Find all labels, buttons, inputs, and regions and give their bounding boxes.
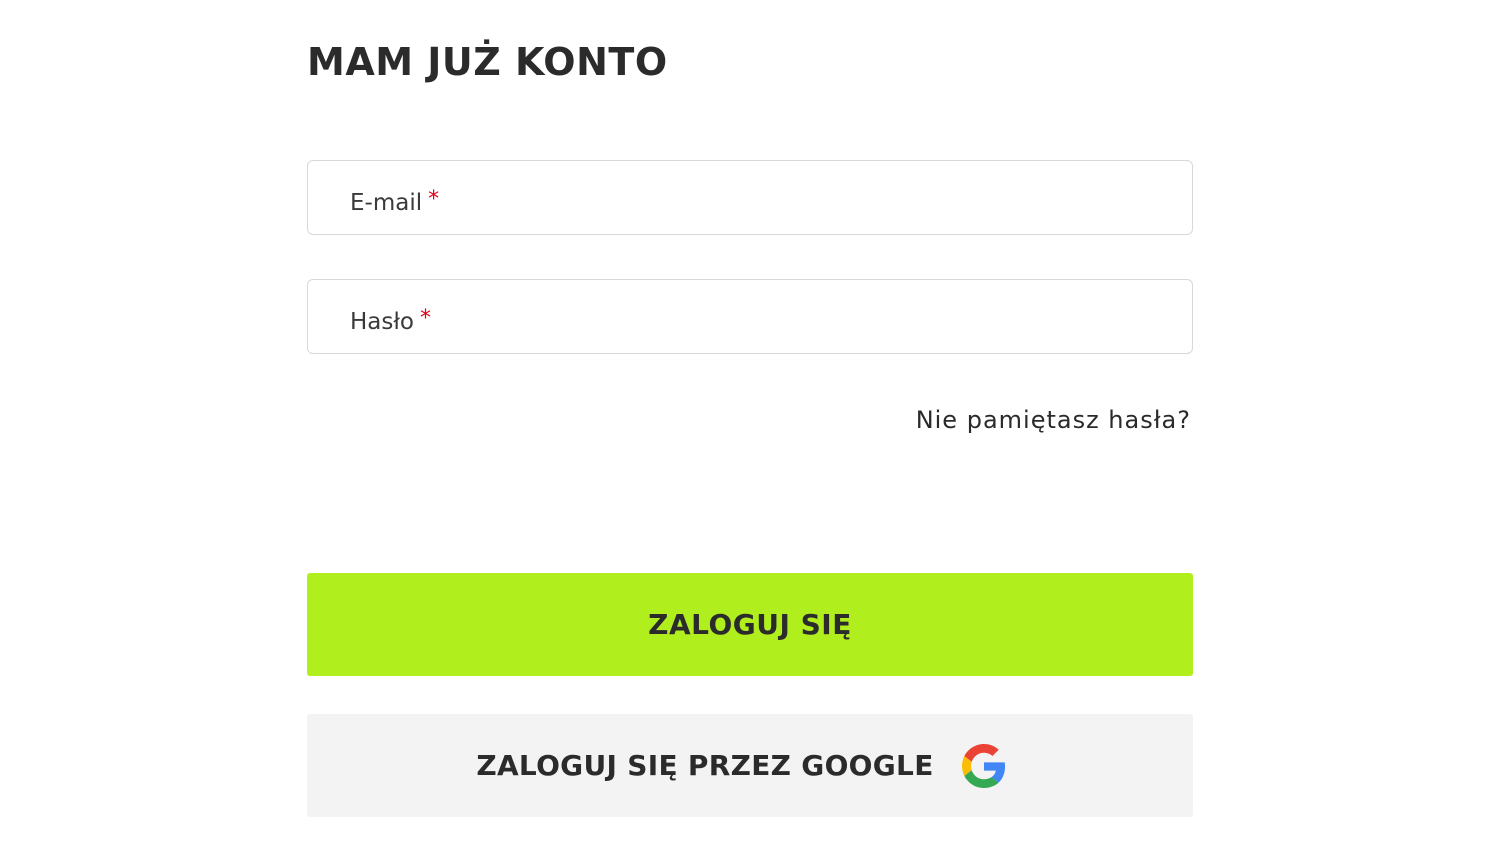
forgot-password-link[interactable]: Nie pamiętasz hasła? bbox=[916, 406, 1191, 434]
login-button-label: ZALOGUJ SIĘ bbox=[648, 608, 852, 641]
required-marker: * bbox=[428, 187, 440, 212]
email-field[interactable]: E-mail * bbox=[307, 160, 1193, 235]
login-button[interactable]: ZALOGUJ SIĘ bbox=[307, 573, 1193, 676]
required-marker: * bbox=[419, 306, 431, 331]
email-label-text: E-mail bbox=[350, 190, 423, 216]
google-login-button[interactable]: ZALOGUJ SIĘ PRZEZ GOOGLE bbox=[307, 714, 1193, 817]
google-login-button-label: ZALOGUJ SIĘ PRZEZ GOOGLE bbox=[476, 749, 934, 782]
password-field[interactable]: Hasło * bbox=[307, 279, 1193, 354]
password-field-label: Hasło * bbox=[350, 280, 431, 353]
page-title: MAM JUŻ KONTO bbox=[307, 40, 668, 84]
google-logo-icon bbox=[961, 743, 1005, 788]
password-label-text: Hasło bbox=[350, 309, 414, 335]
email-field-label: E-mail * bbox=[350, 161, 439, 234]
